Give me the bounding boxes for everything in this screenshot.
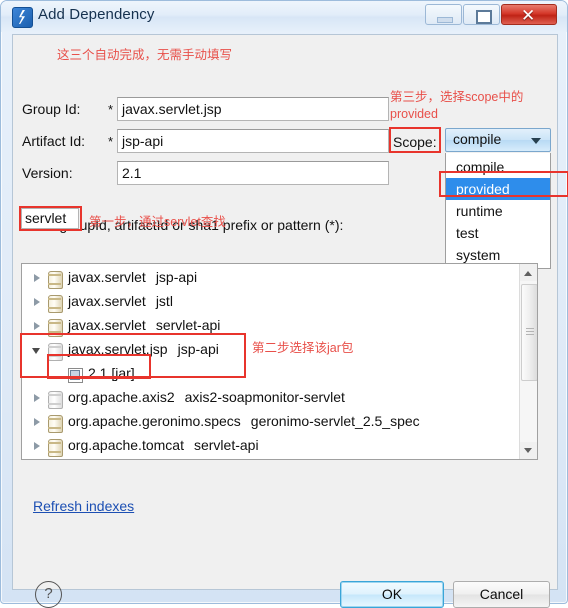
close-button[interactable]: ✕ xyxy=(501,4,557,25)
scope-option-test[interactable]: test xyxy=(446,222,550,244)
jar-icon xyxy=(48,295,63,313)
group-id-required-marker: * xyxy=(108,102,114,117)
annotation-step1: 第一步，通过servlet查找 xyxy=(89,215,226,229)
tree-group-id: org.apache.geronimo.specs xyxy=(68,413,241,429)
annotation-top: 这三个自动完成，无需手动填写 xyxy=(57,48,233,62)
table-row[interactable]: org.apache.axis2 axis2-soapmonitor-servle… xyxy=(22,387,522,411)
scroll-up-button[interactable] xyxy=(520,264,537,281)
annotation-step3-line1: 第三步，选择scope中的 xyxy=(390,90,524,104)
expand-arrow-icon[interactable] xyxy=(34,442,40,450)
close-icon: ✕ xyxy=(521,6,536,25)
dialog-window: Add Dependency ✕ Group Id: * javax.servl… xyxy=(0,0,568,608)
tree-group-id: javax.servlet xyxy=(68,269,146,285)
tree-group-id: org.apache.axis2 xyxy=(68,389,175,405)
annotation-step3-line2: provided xyxy=(390,107,438,121)
scrollbar-grip-icon xyxy=(526,328,534,337)
tree-artifact-id: geronimo-servlet_2.5_spec xyxy=(250,413,420,429)
chevron-down-icon xyxy=(531,138,541,144)
refresh-indexes-link[interactable]: Refresh indexes xyxy=(33,498,134,514)
table-row[interactable]: org.apache.tomcat servlet-api xyxy=(22,435,522,459)
tree-artifact-id: axis2-soapmonitor-servlet xyxy=(184,389,345,405)
scope-option-runtime[interactable]: runtime xyxy=(446,200,550,222)
tree-artifact-id: jsp-api xyxy=(155,269,198,285)
highlight-scope-label xyxy=(389,127,441,153)
tree-group-id: org.apache.tomcat xyxy=(68,437,184,453)
artifact-id-label: Artifact Id: xyxy=(22,133,86,149)
scroll-down-button[interactable] xyxy=(520,442,537,459)
group-id-label: Group Id: xyxy=(22,101,81,117)
expand-arrow-icon[interactable] xyxy=(34,418,40,426)
jar-icon xyxy=(48,271,63,289)
minimize-button[interactable] xyxy=(425,4,462,25)
tree-artifact-id: servlet-api xyxy=(155,317,221,333)
table-row[interactable]: javax.servlet jstl xyxy=(22,291,522,315)
tree-group-id: javax.servlet xyxy=(68,293,146,309)
version-label: Version: xyxy=(22,165,73,181)
scope-select[interactable]: compile xyxy=(445,128,551,152)
table-row[interactable]: javax.servlet jsp-api xyxy=(22,267,522,291)
scrollbar-thumb[interactable] xyxy=(521,284,537,381)
highlight-jar-version xyxy=(47,354,151,379)
table-row-partial[interactable] xyxy=(22,459,522,460)
jar-icon xyxy=(48,391,63,409)
highlight-search-input xyxy=(19,206,82,231)
tree-artifact-id: servlet-api xyxy=(193,437,259,453)
jar-icon xyxy=(48,439,63,457)
expand-arrow-icon[interactable] xyxy=(34,394,40,402)
artifact-id-input[interactable]: jsp-api xyxy=(117,129,389,153)
annotation-step2: 第二步选择该jar包 xyxy=(252,341,354,355)
group-id-input[interactable]: javax.servlet.jsp xyxy=(117,97,389,121)
table-row[interactable]: org.apache.geronimo.specs geronimo-servle… xyxy=(22,411,522,435)
expand-arrow-icon[interactable] xyxy=(34,274,40,282)
tree-artifact-id: jstl xyxy=(155,293,173,309)
highlight-scope-provided xyxy=(439,171,568,197)
title-bar: Add Dependency ✕ xyxy=(1,1,567,32)
scope-selected-value: compile xyxy=(453,131,502,147)
window-title: Add Dependency xyxy=(38,6,155,23)
tree-scrollbar[interactable] xyxy=(519,264,537,459)
expand-arrow-icon[interactable] xyxy=(34,298,40,306)
jar-icon xyxy=(48,415,63,433)
maven-icon xyxy=(12,7,33,28)
version-input[interactable]: 2.1 xyxy=(117,161,389,185)
artifact-id-required-marker: * xyxy=(108,134,114,149)
maximize-button[interactable] xyxy=(463,4,500,25)
expand-arrow-icon[interactable] xyxy=(34,322,40,330)
tree-group-id: javax.servlet xyxy=(68,317,146,333)
